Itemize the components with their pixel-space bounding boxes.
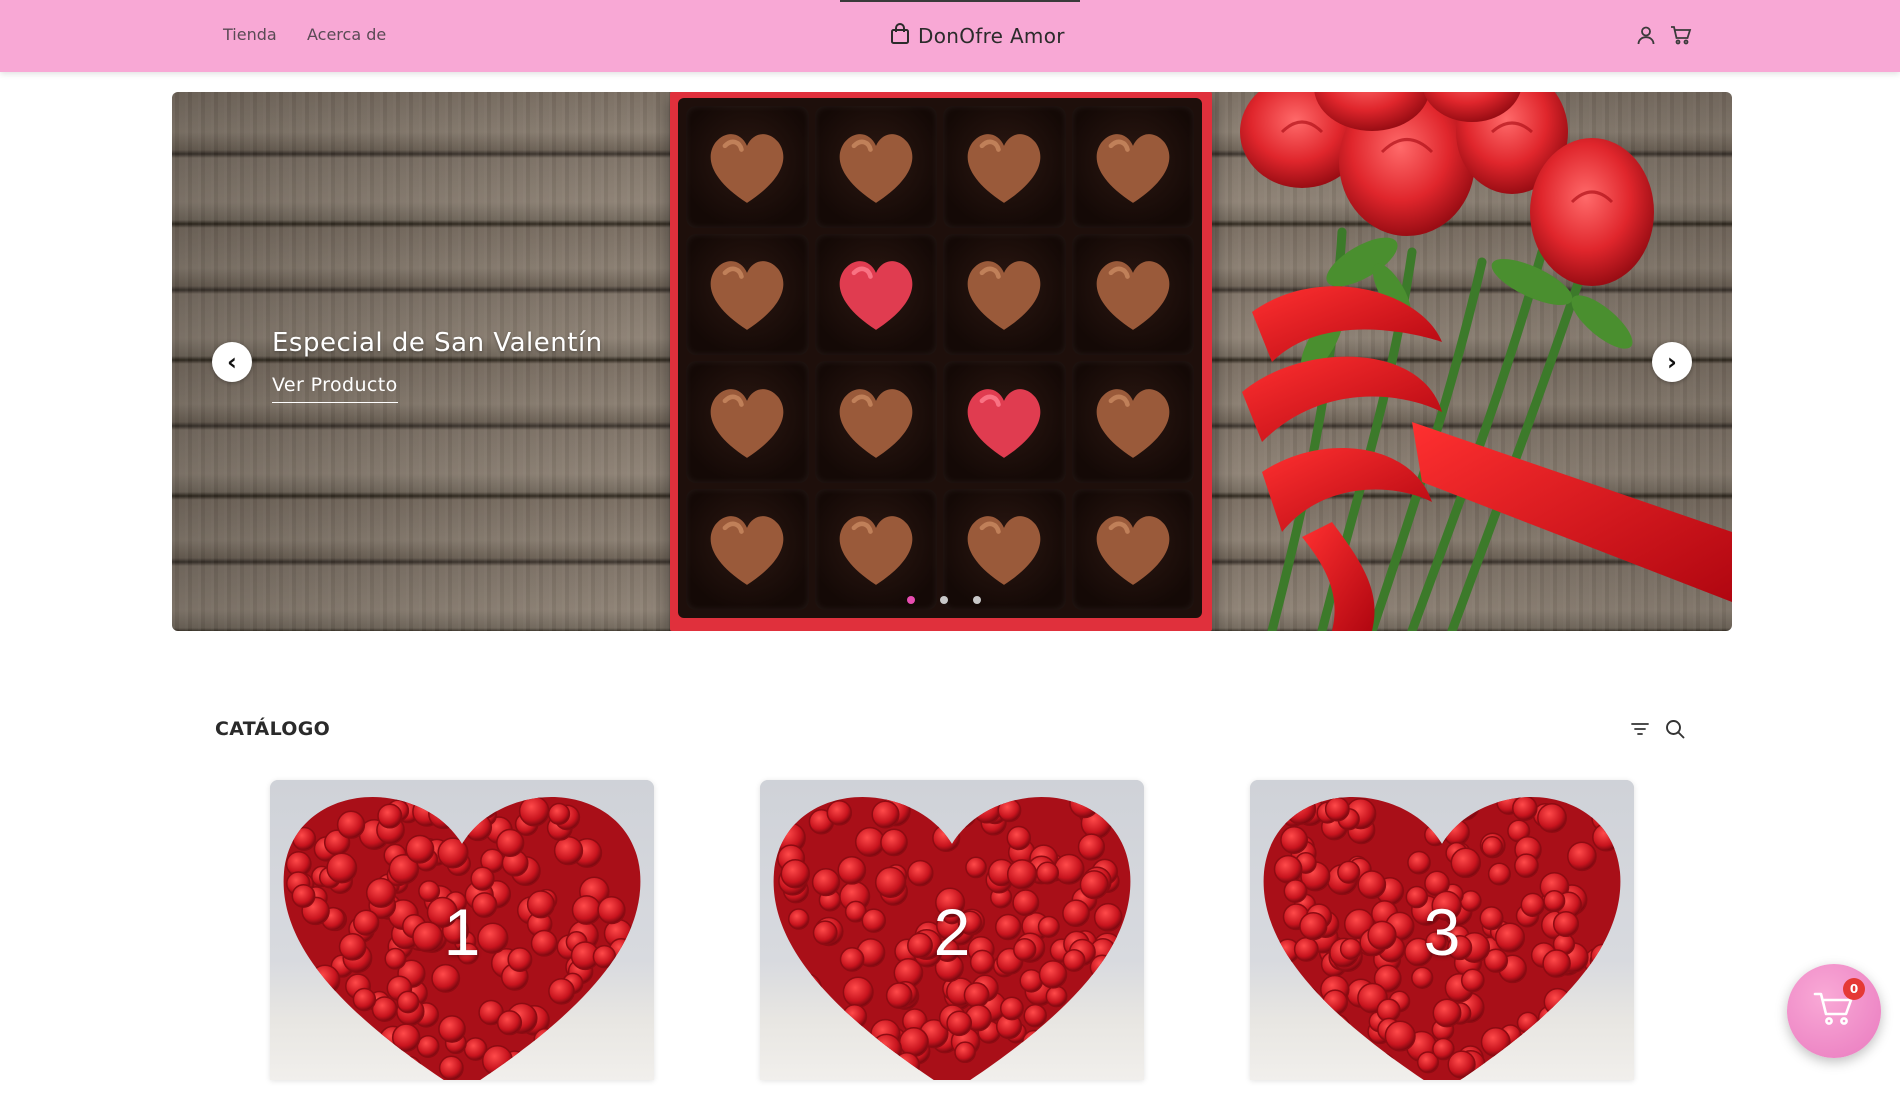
product-number: 2 <box>933 895 971 969</box>
carousel-dot[interactable] <box>940 596 948 604</box>
cart-count-badge: 0 <box>1843 978 1865 1000</box>
chocolate-cell <box>943 106 1066 228</box>
heart-chocolate-icon <box>1096 133 1170 203</box>
heart-chocolate-icon <box>967 388 1041 458</box>
user-icon[interactable] <box>1633 22 1659 48</box>
shopping-bag-icon <box>890 23 910 49</box>
heart-chocolate-icon <box>839 261 913 331</box>
product-number: 3 <box>1423 895 1461 969</box>
filter-icon[interactable] <box>1627 716 1653 742</box>
chocolate-cell <box>1071 361 1194 483</box>
chevron-right-icon: › <box>1667 348 1677 376</box>
search-icon[interactable] <box>1662 716 1688 742</box>
carousel-indicators <box>907 596 981 604</box>
chocolate-tray <box>678 98 1202 618</box>
chocolate-box-image <box>670 92 1212 631</box>
heart-chocolate-icon <box>967 516 1041 586</box>
carousel-dot[interactable] <box>907 596 915 604</box>
carousel-dot[interactable] <box>973 596 981 604</box>
cart-icon[interactable] <box>1668 22 1694 48</box>
floating-cart-button[interactable] <box>1787 964 1881 1058</box>
product-number: 1 <box>443 895 481 969</box>
chocolate-cell <box>814 233 937 355</box>
chocolate-cell <box>943 488 1066 610</box>
hero-title: Especial de San Valentín <box>272 328 603 358</box>
chocolate-cell <box>1071 233 1194 355</box>
chocolate-cell <box>814 361 937 483</box>
chocolate-cell <box>814 488 937 610</box>
chocolate-cell <box>943 233 1066 355</box>
heart-chocolate-icon <box>710 261 784 331</box>
site-header: Tienda Acerca de DonOfre Amor <box>0 0 1900 72</box>
chocolate-cell <box>1071 488 1194 610</box>
product-card[interactable]: 1 <box>270 780 654 1080</box>
carousel-prev-button[interactable]: ‹ <box>212 342 252 382</box>
brand-logo[interactable]: DonOfre Amor <box>890 20 1065 52</box>
chocolate-cell <box>943 361 1066 483</box>
heart-chocolate-icon <box>710 388 784 458</box>
heart-chocolate-icon <box>710 516 784 586</box>
heart-chocolate-icon <box>839 388 913 458</box>
heart-chocolate-icon <box>839 516 913 586</box>
heart-chocolate-icon <box>839 133 913 203</box>
chocolate-cell <box>686 106 809 228</box>
chevron-left-icon: ‹ <box>227 348 237 376</box>
heart-chocolate-icon <box>1096 388 1170 458</box>
catalog-title: CATÁLOGO <box>215 718 331 740</box>
header-top-accent <box>840 0 1080 2</box>
ver-producto-link[interactable]: Ver Producto <box>272 374 398 403</box>
hero-caption: Especial de San Valentín Ver Producto <box>272 328 603 403</box>
chocolate-cell <box>1071 106 1194 228</box>
carousel-next-button[interactable]: › <box>1652 342 1692 382</box>
heart-chocolate-icon <box>710 133 784 203</box>
chocolate-cell <box>686 488 809 610</box>
product-card[interactable]: 2 <box>760 780 1144 1080</box>
chocolate-cell <box>814 106 937 228</box>
product-card[interactable]: 3 <box>1250 780 1634 1080</box>
brand-name: DonOfre Amor <box>918 24 1065 48</box>
nav-link-acerca-de[interactable]: Acerca de <box>307 25 386 44</box>
heart-chocolate-icon <box>1096 261 1170 331</box>
hero-carousel: Especial de San Valentín Ver Producto ‹ … <box>172 92 1732 631</box>
heart-chocolate-icon <box>967 261 1041 331</box>
heart-chocolate-icon <box>1096 516 1170 586</box>
heart-chocolate-icon <box>967 133 1041 203</box>
chocolate-cell <box>686 361 809 483</box>
nav-link-tienda[interactable]: Tienda <box>223 25 277 44</box>
chocolate-cell <box>686 233 809 355</box>
